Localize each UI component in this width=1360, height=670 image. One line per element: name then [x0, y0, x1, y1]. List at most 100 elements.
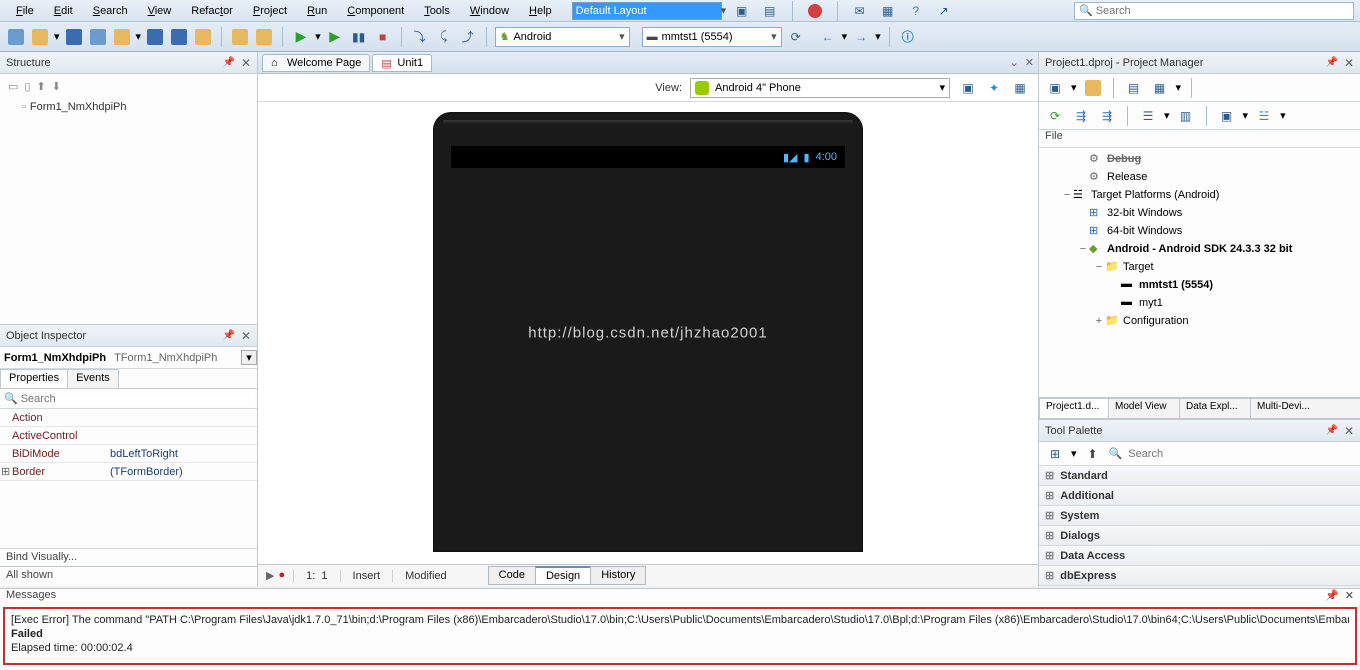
menu-file[interactable]: File: [6, 3, 44, 19]
oi-property-grid[interactable]: Action ActiveControl BiDiModebdLeftToRig…: [0, 409, 257, 548]
calendar-icon[interactable]: ▦: [878, 1, 898, 21]
btab-history[interactable]: History: [590, 566, 646, 585]
remove-file-icon[interactable]: [254, 27, 274, 47]
folder-icon[interactable]: [193, 27, 213, 47]
exit-icon[interactable]: ↗: [934, 1, 954, 21]
palette-category[interactable]: Data Access: [1039, 546, 1360, 566]
nav-fwd-icon[interactable]: →: [851, 27, 871, 47]
pm-btab[interactable]: Data Expl...: [1179, 398, 1251, 419]
layout-value[interactable]: [573, 3, 721, 19]
new-icon[interactable]: [6, 27, 26, 47]
menu-help[interactable]: Help: [519, 3, 562, 19]
pm-add-icon[interactable]: [1083, 78, 1103, 98]
step-over-icon[interactable]: ⤵: [410, 27, 430, 47]
pin-icon[interactable]: 📌: [222, 57, 234, 68]
menu-run[interactable]: Run: [297, 3, 337, 19]
tab-unit1[interactable]: ▤Unit1: [372, 54, 432, 72]
message-line[interactable]: Elapsed time: 00:00:02.4: [11, 641, 1349, 655]
palette-pointer-icon[interactable]: ⬆: [1083, 444, 1103, 464]
phone-screen[interactable]: ▮◢ ▮ 4:00: [451, 146, 845, 552]
saveall2-icon[interactable]: [169, 27, 189, 47]
pm-collapse-icon[interactable]: ⇶: [1097, 106, 1117, 126]
tab-welcome[interactable]: ⌂Welcome Page: [262, 54, 370, 72]
pm-node[interactable]: ⊞32-bit Windows: [1039, 204, 1360, 222]
close-tab-icon[interactable]: ✕: [1025, 56, 1034, 69]
close-icon[interactable]: ✕: [241, 329, 251, 343]
view-tb-icon[interactable]: ✦: [984, 78, 1004, 98]
pin-icon[interactable]: 📌: [1325, 57, 1337, 68]
pm-node[interactable]: −☱Target Platforms (Android): [1039, 186, 1360, 204]
pm-node[interactable]: ⊞64-bit Windows: [1039, 222, 1360, 240]
menu-tools[interactable]: Tools: [414, 3, 460, 19]
menu-project[interactable]: Project: [243, 3, 297, 19]
save-layout-icon[interactable]: ▣: [732, 1, 752, 21]
stop-run-icon[interactable]: ■: [373, 27, 393, 47]
delete-layout-icon[interactable]: ▤: [760, 1, 780, 21]
palette-category[interactable]: Additional: [1039, 486, 1360, 506]
close-icon[interactable]: ✕: [1344, 56, 1354, 70]
close-icon[interactable]: ✕: [1345, 589, 1354, 607]
menu-window[interactable]: Window: [460, 3, 519, 19]
pin-icon[interactable]: 📌: [1325, 425, 1337, 436]
pm-view-icon[interactable]: ▤: [1124, 78, 1144, 98]
device-combo[interactable]: ▬ mmtst1 (5554) ▾: [642, 27, 782, 47]
open-icon[interactable]: [30, 27, 50, 47]
pm-cfg-icon[interactable]: ▥: [1176, 106, 1196, 126]
palette-category[interactable]: System: [1039, 506, 1360, 526]
palette-category[interactable]: Standard: [1039, 466, 1360, 486]
oi-tab-events[interactable]: Events: [67, 369, 119, 388]
view-combo[interactable]: Android 4" Phone ▾: [690, 78, 950, 98]
step-into-icon[interactable]: ⤹: [434, 27, 454, 47]
oi-tab-properties[interactable]: Properties: [0, 369, 68, 388]
chevron-down-icon[interactable]: ▾: [241, 350, 257, 365]
pm-node[interactable]: ⚙Debug: [1039, 150, 1360, 168]
pm-node[interactable]: ▬myt1: [1039, 294, 1360, 312]
stop-icon[interactable]: [805, 1, 825, 21]
record-dot-icon[interactable]: ●: [278, 569, 285, 582]
info-icon[interactable]: ⓘ: [898, 27, 918, 47]
close-icon[interactable]: ✕: [1344, 424, 1354, 438]
oi-component-select[interactable]: Form1_NmXhdpiPh TForm1_NmXhdpiPh ▾: [0, 347, 257, 369]
pm-node[interactable]: −📁Target: [1039, 258, 1360, 276]
close-icon[interactable]: ✕: [241, 56, 251, 70]
pm-tree[interactable]: ⚙Debug⚙Release−☱Target Platforms (Androi…: [1039, 148, 1360, 397]
pin-icon[interactable]: 📌: [1325, 589, 1339, 607]
nav-back-icon[interactable]: ←: [818, 27, 838, 47]
pm-node[interactable]: ⚙Release: [1039, 168, 1360, 186]
chevron-down-icon[interactable]: ▾: [939, 81, 945, 94]
pm-list-icon[interactable]: ☰: [1138, 106, 1158, 126]
struct-tb-icon[interactable]: ▭: [8, 80, 18, 93]
oi-bind-visually[interactable]: Bind Visually...: [0, 548, 257, 566]
expand-icon[interactable]: −: [1093, 261, 1105, 273]
layout-combo[interactable]: ▾: [572, 2, 722, 20]
saveall-icon[interactable]: [88, 27, 108, 47]
struct-down-icon[interactable]: ⬇: [52, 80, 61, 93]
palette-category[interactable]: dbExpress: [1039, 566, 1360, 586]
view-tb-icon[interactable]: ▣: [958, 78, 978, 98]
refresh-device-icon[interactable]: ⟳: [786, 27, 806, 47]
struct-tb-icon[interactable]: ▯: [24, 80, 30, 93]
ide-search[interactable]: 🔍: [1074, 2, 1354, 20]
messages-body[interactable]: [Exec Error] The command "PATH C:\Progra…: [3, 607, 1357, 665]
open-project-icon[interactable]: [112, 27, 132, 47]
pm-btab[interactable]: Multi-Devi...: [1250, 398, 1360, 419]
pin-icon[interactable]: 📌: [222, 330, 234, 341]
menu-search[interactable]: Search: [83, 3, 138, 19]
pm-sync-icon[interactable]: ⟳: [1045, 106, 1065, 126]
pm-new-icon[interactable]: ▣: [1045, 78, 1065, 98]
pm-node[interactable]: +📁Configuration: [1039, 312, 1360, 330]
tab-dropdown-icon[interactable]: ⌄: [1010, 56, 1019, 69]
message-line[interactable]: Failed: [11, 627, 1349, 641]
struct-up-icon[interactable]: ⬆: [36, 80, 45, 93]
chevron-down-icon[interactable]: ▾: [771, 30, 777, 43]
message-line[interactable]: [Exec Error] The command "PATH C:\Progra…: [11, 613, 1349, 627]
pm-btab[interactable]: Project1.d...: [1039, 398, 1109, 419]
btab-design[interactable]: Design: [535, 566, 591, 585]
oi-search[interactable]: 🔍: [0, 389, 257, 409]
menu-view[interactable]: View: [138, 3, 182, 19]
design-canvas[interactable]: ▮◢ ▮ 4:00 http://blog.csdn.net/jhzhao200…: [258, 102, 1038, 564]
expand-icon[interactable]: ⊞: [1, 465, 10, 478]
help-icon[interactable]: ?: [906, 1, 926, 21]
palette-cat-icon[interactable]: ⊞: [1045, 444, 1065, 464]
pm-node[interactable]: ▬mmtst1 (5554): [1039, 276, 1360, 294]
